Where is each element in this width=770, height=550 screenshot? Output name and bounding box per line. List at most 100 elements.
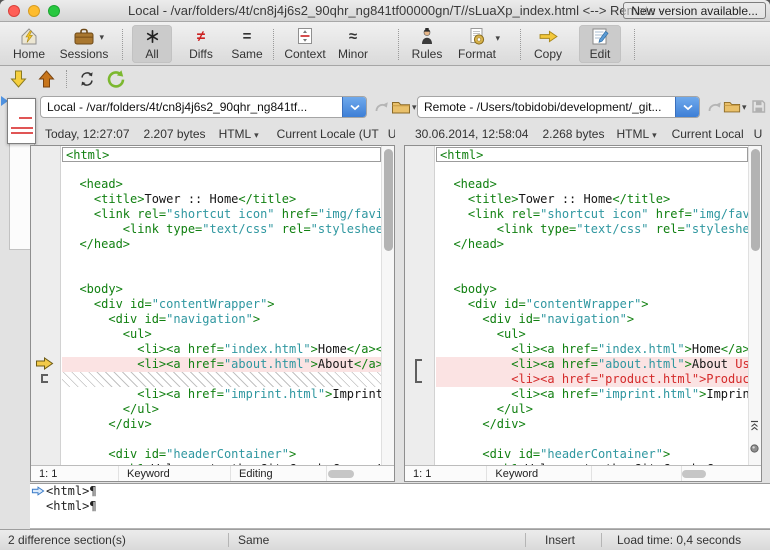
left-code-editor[interactable]: <html> <head> <title>Tower :: Home</titl… bbox=[62, 147, 381, 465]
code-line[interactable]: <ul> bbox=[436, 327, 748, 342]
code-line[interactable]: <ul> bbox=[62, 327, 381, 342]
code-line[interactable]: <link type="text/css" rel="stylesheet bbox=[436, 222, 748, 237]
center-current-diff-button[interactable] bbox=[749, 441, 760, 459]
code-line[interactable]: <li><a href="about.html">About Us</ bbox=[436, 357, 748, 372]
rules-button[interactable]: Rules bbox=[406, 25, 448, 63]
diff-jump-buttons bbox=[748, 418, 761, 465]
update-notification-badge[interactable]: New version available... bbox=[623, 2, 766, 19]
code-line[interactable]: <body> bbox=[62, 282, 381, 297]
code-line[interactable]: <div id="navigation"> bbox=[436, 312, 748, 327]
code-line[interactable]: </div> bbox=[62, 417, 381, 432]
right-file-path: Remote - /Users/tobidobi/development/_gi… bbox=[418, 97, 675, 117]
toolbar-separator bbox=[398, 29, 399, 60]
code-line[interactable]: <div id="headerContainer"> bbox=[62, 447, 381, 462]
save-button[interactable] bbox=[751, 99, 766, 119]
code-line[interactable] bbox=[62, 267, 381, 282]
code-line[interactable]: <li><a href="imprint.html">Imprint< bbox=[436, 387, 748, 402]
line-view-row[interactable]: <html>¶ bbox=[30, 499, 770, 514]
sessions-button[interactable]: ▾ Sessions bbox=[56, 25, 112, 63]
code-line[interactable]: </head> bbox=[436, 237, 748, 252]
edit-button[interactable]: Edit bbox=[579, 25, 621, 63]
previous-difference-button[interactable] bbox=[38, 69, 55, 94]
right-editor-pane: <html> <head> <title>Tower :: Home</titl… bbox=[404, 145, 762, 482]
code-line[interactable]: <div id="navigation"> bbox=[62, 312, 381, 327]
context-button[interactable]: Context bbox=[280, 25, 330, 63]
right-code-editor[interactable]: <html> <head> <title>Tower :: Home</titl… bbox=[436, 147, 748, 465]
code-line[interactable]: <li><a href="index.html">Home</a></ bbox=[62, 342, 381, 357]
code-line[interactable] bbox=[436, 252, 748, 267]
swap-icon bbox=[78, 70, 96, 88]
zoom-window-button[interactable] bbox=[48, 5, 60, 17]
left-scrollbar-thumb[interactable] bbox=[384, 149, 393, 251]
code-line[interactable]: <link rel="shortcut icon" href="img/favi… bbox=[62, 207, 381, 222]
left-format-select[interactable]: HTML ▾ bbox=[219, 127, 259, 141]
code-line[interactable] bbox=[62, 252, 381, 267]
code-line[interactable] bbox=[436, 432, 748, 447]
minimize-window-button[interactable] bbox=[28, 5, 40, 17]
code-line[interactable] bbox=[62, 162, 381, 177]
code-line[interactable]: <li><a href="imprint.html">Imprint< bbox=[62, 387, 381, 402]
code-line[interactable] bbox=[436, 162, 748, 177]
line-comparison-pane[interactable]: <html>¶<html>¶ bbox=[30, 483, 770, 529]
right-format-select[interactable]: HTML ▾ bbox=[616, 127, 656, 141]
code-line[interactable]: <title>Tower :: Home</title> bbox=[436, 192, 748, 207]
show-all-button[interactable]: All bbox=[132, 25, 172, 63]
code-line[interactable]: <html> bbox=[62, 147, 381, 162]
window-title: Local - /var/folders/4t/cn8j4j6s2_90qhr_… bbox=[128, 3, 688, 18]
code-line[interactable]: </div> bbox=[436, 417, 748, 432]
format-button[interactable]: ▾ Format bbox=[452, 25, 502, 63]
right-encoding[interactable]: Current Local bbox=[672, 127, 744, 141]
line-view-row[interactable]: <html>¶ bbox=[30, 484, 770, 499]
code-line[interactable]: <head> bbox=[62, 177, 381, 192]
left-reload-file-button[interactable] bbox=[374, 99, 390, 119]
status-separator bbox=[228, 533, 229, 547]
next-difference-button[interactable] bbox=[10, 69, 27, 94]
code-line[interactable]: </ul> bbox=[436, 402, 748, 417]
code-line[interactable]: <div id="contentWrapper"> bbox=[62, 297, 381, 312]
right-open-caret-icon[interactable]: ▾ bbox=[742, 103, 747, 112]
minor-button[interactable]: ≈ Minor bbox=[333, 25, 373, 63]
code-line[interactable]: <link type="text/css" rel="stylesheet bbox=[62, 222, 381, 237]
code-line[interactable]: <li><a href="about.html">About</a>< bbox=[62, 357, 381, 372]
reload-button[interactable] bbox=[106, 69, 126, 94]
left-encoding[interactable]: Current Locale (UT bbox=[277, 127, 379, 141]
right-file-selector[interactable]: Remote - /Users/tobidobi/development/_gi… bbox=[417, 96, 700, 118]
left-line-ending[interactable]: U bbox=[388, 127, 395, 141]
code-line[interactable]: <link rel="shortcut icon" href="img/favi… bbox=[436, 207, 748, 222]
code-line[interactable]: <title>Tower :: Home</title> bbox=[62, 192, 381, 207]
copy-button[interactable]: Copy bbox=[528, 25, 568, 63]
left-open-file-button[interactable] bbox=[391, 99, 411, 120]
title-bar[interactable]: Local - /var/folders/4t/cn8j4j6s2_90qhr_… bbox=[0, 0, 770, 22]
left-file-selector[interactable]: Local - /var/folders/4t/cn8j4j6s2_90qhr_… bbox=[40, 96, 367, 118]
code-line[interactable]: <li><a href="product.html">Product< bbox=[436, 372, 748, 387]
jump-first-diff-button[interactable] bbox=[749, 418, 760, 436]
right-reload-file-button[interactable] bbox=[707, 99, 723, 119]
format-caret-icon[interactable]: ▾ bbox=[495, 34, 500, 43]
diff-gap-line[interactable] bbox=[62, 372, 381, 387]
code-line[interactable]: <div id="headerContainer"> bbox=[436, 447, 748, 462]
show-diffs-button[interactable]: ≠ Diffs bbox=[179, 25, 223, 63]
code-line[interactable]: </head> bbox=[62, 237, 381, 252]
right-open-file-button[interactable] bbox=[723, 99, 741, 119]
code-line[interactable] bbox=[436, 267, 748, 282]
code-line[interactable]: <body> bbox=[436, 282, 748, 297]
right-file-dropdown-button[interactable] bbox=[675, 97, 699, 117]
left-file-dropdown-button[interactable] bbox=[342, 97, 366, 117]
code-line[interactable]: <head> bbox=[436, 177, 748, 192]
left-open-caret-icon[interactable]: ▾ bbox=[412, 103, 417, 112]
diff-arrow-marker-icon[interactable] bbox=[34, 357, 55, 375]
sessions-caret-icon[interactable]: ▾ bbox=[99, 33, 104, 42]
code-line[interactable] bbox=[62, 432, 381, 447]
code-line[interactable]: <html> bbox=[436, 147, 748, 162]
left-scrollbar[interactable] bbox=[381, 146, 394, 465]
right-scrollbar-thumb[interactable] bbox=[751, 149, 760, 251]
show-same-button[interactable]: = Same bbox=[226, 25, 268, 63]
swap-sides-button[interactable] bbox=[78, 70, 96, 93]
left-file-stats: Today, 12:27:07 2.207 bytes HTML ▾ Curre… bbox=[0, 122, 395, 145]
code-line[interactable]: </ul> bbox=[62, 402, 381, 417]
right-line-ending[interactable]: U bbox=[754, 127, 763, 141]
home-button[interactable]: Home bbox=[9, 25, 49, 63]
code-line[interactable]: <div id="contentWrapper"> bbox=[436, 297, 748, 312]
code-line[interactable]: <li><a href="index.html">Home</a></ bbox=[436, 342, 748, 357]
close-window-button[interactable] bbox=[8, 5, 20, 17]
